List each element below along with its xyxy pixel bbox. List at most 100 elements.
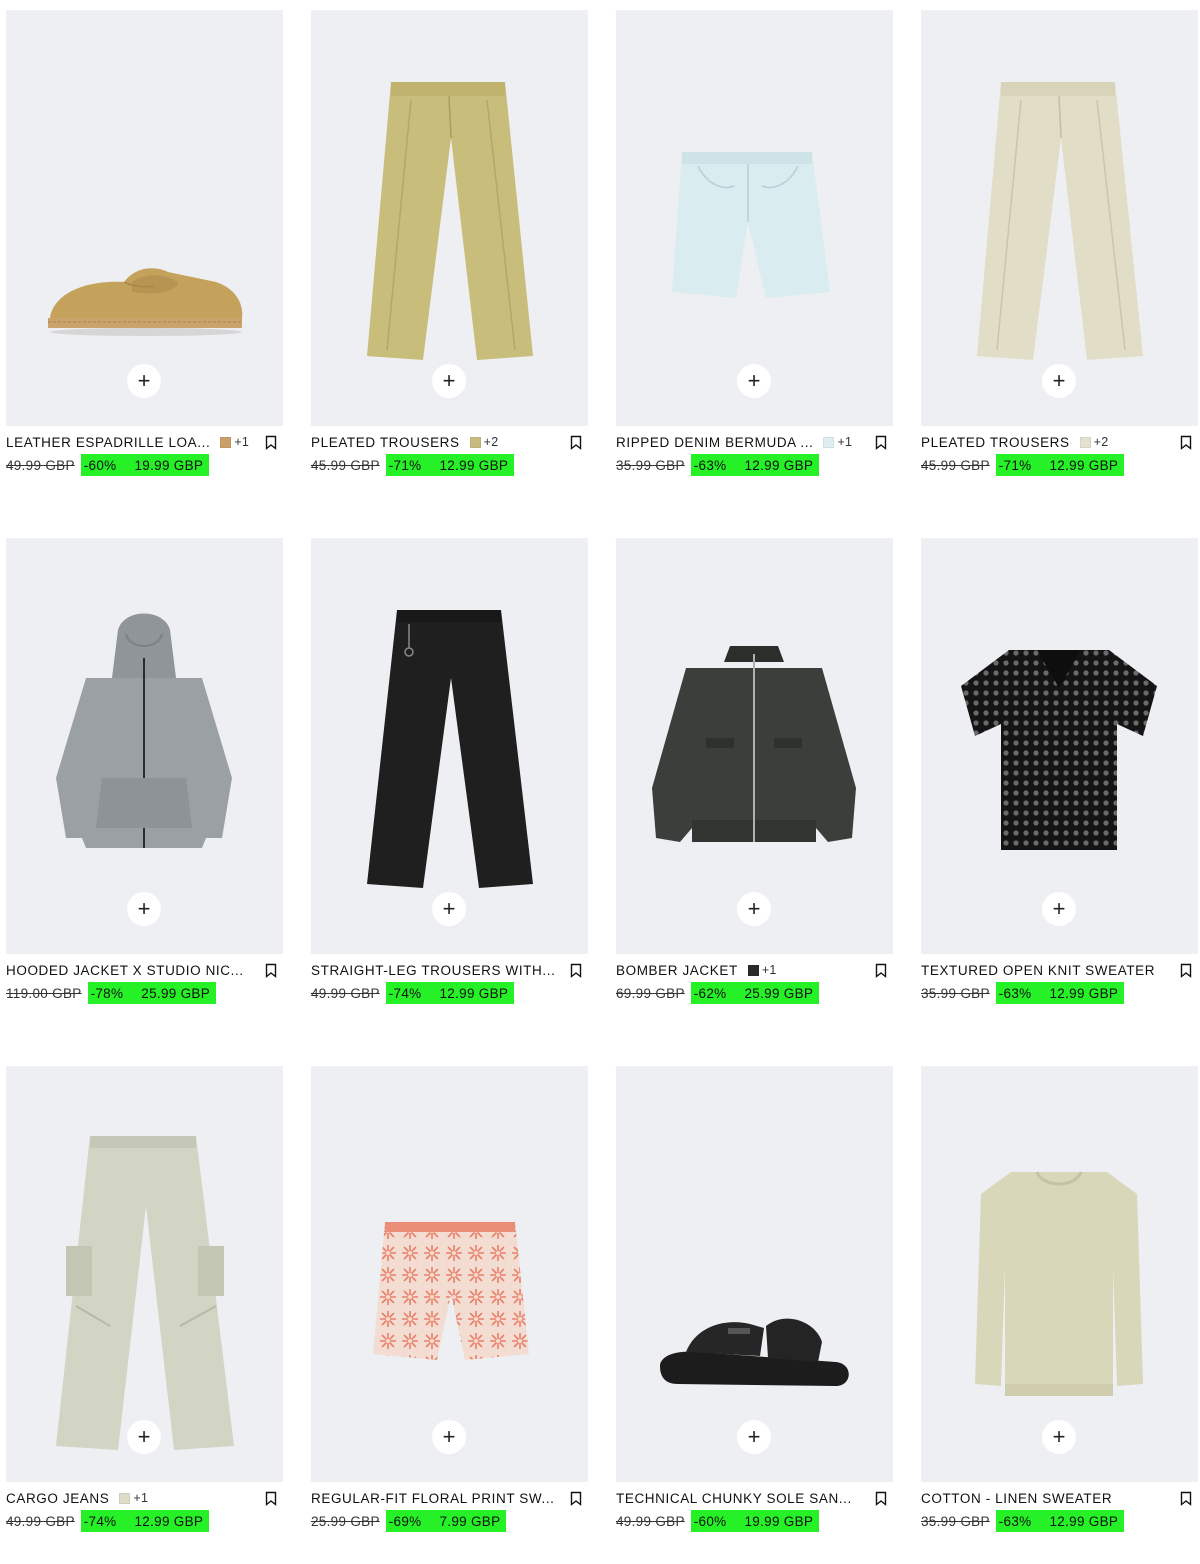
product-image[interactable]: + [616,10,893,426]
color-swatch[interactable] [823,436,835,448]
product-image[interactable]: + [616,1066,893,1482]
bookmark-icon[interactable] [265,435,277,450]
product-image[interactable]: + [6,10,283,426]
product-image[interactable]: + [311,10,588,426]
sale-price: 19.99 GBP [134,457,204,473]
sale-price: 12.99 GBP [1049,985,1119,1001]
sale-badge: -78% 25.99 GBP [87,982,217,1004]
color-swatch[interactable] [469,436,481,448]
bookmark-icon[interactable] [570,435,582,450]
product-image[interactable]: + [6,1066,283,1482]
original-price: 49.99 GBP [616,1513,685,1529]
product-name[interactable]: REGULAR-FIT FLORAL PRINT SW... [311,1491,555,1506]
bookmark-icon[interactable] [875,435,887,450]
original-price: 49.99 GBP [6,457,75,473]
color-swatch[interactable] [119,1492,131,1504]
bookmark-icon[interactable] [265,963,277,978]
sale-badge: -71% 12.99 GBP [385,454,515,476]
original-price: 35.99 GBP [921,985,990,1001]
discount-percent: -74% [388,985,422,1001]
add-to-cart-button[interactable]: + [737,364,771,398]
original-price: 45.99 GBP [921,457,990,473]
product-info: LEATHER ESPADRILLE LOA... +1 49.99 GBP -… [6,426,283,476]
product-image[interactable]: + [6,538,283,954]
product-card[interactable]: + PLEATED TROUSERS +2 45.99 GBP -71% 12.… [311,10,588,476]
sale-badge: -74% 12.99 GBP [385,982,515,1004]
product-card[interactable]: + PLEATED TROUSERS +2 45.99 GBP -71% 12.… [921,10,1198,476]
product-info: PLEATED TROUSERS +2 45.99 GBP -71% 12.99… [311,426,588,476]
bookmark-icon[interactable] [875,1491,887,1506]
color-swatch[interactable] [747,964,759,976]
original-price: 45.99 GBP [311,457,380,473]
discount-percent: -74% [83,1513,117,1529]
product-image[interactable]: + [921,10,1198,426]
product-info: BOMBER JACKET +1 69.99 GBP -62% 25.99 GB… [616,954,893,1004]
product-name[interactable]: TECHNICAL CHUNKY SOLE SAN... [616,1491,852,1506]
product-name[interactable]: STRAIGHT-LEG TROUSERS WITH... [311,963,555,978]
sale-price: 12.99 GBP [439,985,509,1001]
product-card[interactable]: + TEXTURED OPEN KNIT SWEATER 35.99 GBP -… [921,538,1198,1004]
product-image[interactable]: + [311,538,588,954]
product-info: COTTON - LINEN SWEATER 35.99 GBP -63% 12… [921,1482,1198,1532]
sale-badge: -63% 12.99 GBP [995,982,1125,1004]
original-price: 49.99 GBP [311,985,380,1001]
color-swatch[interactable] [220,436,232,448]
product-name[interactable]: BOMBER JACKET [616,963,738,978]
bookmark-icon[interactable] [875,963,887,978]
product-name[interactable]: HOODED JACKET X STUDIO NIC... [6,963,244,978]
product-image[interactable]: + [616,538,893,954]
product-name[interactable]: CARGO JEANS [6,1491,109,1506]
discount-percent: -71% [388,457,422,473]
add-to-cart-button[interactable]: + [432,892,466,926]
product-name[interactable]: COTTON - LINEN SWEATER [921,1491,1112,1506]
more-colors-count: +2 [1093,435,1109,449]
sale-price: 12.99 GBP [134,1513,204,1529]
discount-percent: -62% [693,985,727,1001]
sale-badge: -69% 7.99 GBP [385,1510,507,1532]
product-name[interactable]: RIPPED DENIM BERMUDA ... [616,435,813,450]
product-card[interactable]: + LEATHER ESPADRILLE LOA... +1 49.99 GBP… [6,10,283,476]
add-to-cart-button[interactable]: + [432,364,466,398]
product-name[interactable]: LEATHER ESPADRILLE LOA... [6,435,210,450]
product-name[interactable]: PLEATED TROUSERS [921,435,1070,450]
product-card[interactable]: + RIPPED DENIM BERMUDA ... +1 35.99 GBP … [616,10,893,476]
product-card[interactable]: + REGULAR-FIT FLORAL PRINT SW... 25.99 G… [311,1066,588,1532]
product-image[interactable]: + [921,1066,1198,1482]
bookmark-icon[interactable] [1180,963,1192,978]
add-to-cart-button[interactable]: + [737,892,771,926]
product-info: REGULAR-FIT FLORAL PRINT SW... 25.99 GBP… [311,1482,588,1532]
product-card[interactable]: + HOODED JACKET X STUDIO NIC... 119.00 G… [6,538,283,1004]
add-to-cart-button[interactable]: + [1042,892,1076,926]
bookmark-icon[interactable] [570,963,582,978]
original-price: 35.99 GBP [616,457,685,473]
bookmark-icon[interactable] [1180,1491,1192,1506]
bookmark-icon[interactable] [1180,435,1192,450]
bookmark-icon[interactable] [570,1491,582,1506]
product-name[interactable]: PLEATED TROUSERS [311,435,460,450]
product-card[interactable]: + COTTON - LINEN SWEATER 35.99 GBP -63% … [921,1066,1198,1532]
product-info: STRAIGHT-LEG TROUSERS WITH... 49.99 GBP … [311,954,588,1004]
product-card[interactable]: + BOMBER JACKET +1 69.99 GBP -62% 25.99 … [616,538,893,1004]
product-image[interactable]: + [921,538,1198,954]
add-to-cart-button[interactable]: + [737,1420,771,1454]
more-colors-count: +1 [133,1491,149,1505]
sale-price: 7.99 GBP [439,1513,501,1529]
add-to-cart-button[interactable]: + [432,1420,466,1454]
color-swatch[interactable] [1079,436,1091,448]
product-info: PLEATED TROUSERS +2 45.99 GBP -71% 12.99… [921,426,1198,476]
product-card[interactable]: + TECHNICAL CHUNKY SOLE SAN... 49.99 GBP… [616,1066,893,1532]
add-to-cart-button[interactable]: + [127,892,161,926]
product-info: TECHNICAL CHUNKY SOLE SAN... 49.99 GBP -… [616,1482,893,1532]
sale-badge: -60% 19.99 GBP [690,1510,820,1532]
bookmark-icon[interactable] [265,1491,277,1506]
product-image[interactable]: + [311,1066,588,1482]
add-to-cart-button[interactable]: + [1042,364,1076,398]
add-to-cart-button[interactable]: + [127,1420,161,1454]
product-name[interactable]: TEXTURED OPEN KNIT SWEATER [921,963,1155,978]
product-card[interactable]: + CARGO JEANS +1 49.99 GBP -74% 12.99 GB… [6,1066,283,1532]
product-card[interactable]: + STRAIGHT-LEG TROUSERS WITH... 49.99 GB… [311,538,588,1004]
original-price: 25.99 GBP [311,1513,380,1529]
add-to-cart-button[interactable]: + [1042,1420,1076,1454]
add-to-cart-button[interactable]: + [127,364,161,398]
discount-percent: -63% [998,1513,1032,1529]
